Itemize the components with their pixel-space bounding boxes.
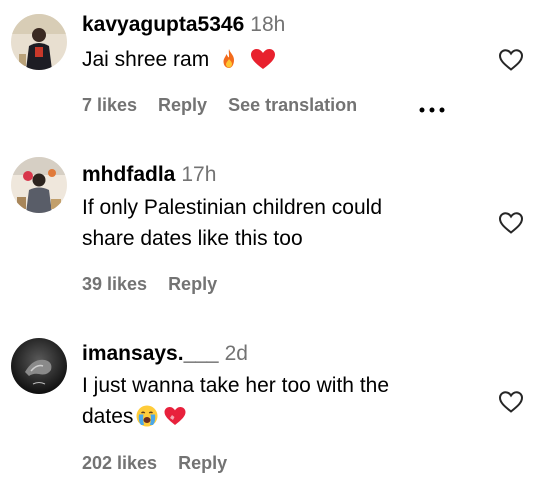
avatar[interactable] (11, 338, 67, 394)
red-heart-emoji (249, 47, 277, 80)
likes-count[interactable]: 7 likes (82, 95, 137, 115)
comment-header: mhdfadla 17h (82, 162, 216, 188)
avatar-image (11, 338, 67, 394)
comment-text: If only Palestinian children could share… (82, 192, 482, 254)
likes-count[interactable]: 39 likes (82, 274, 147, 294)
more-options-icon[interactable] (419, 100, 445, 113)
fire-emoji (217, 47, 241, 80)
comment-meta: 39 likes Reply (82, 273, 238, 295)
username[interactable]: imansays.___ (82, 342, 219, 365)
username[interactable]: kavyagupta5346 (82, 13, 244, 36)
reply-button[interactable]: Reply (178, 453, 227, 473)
timestamp: 2d (224, 342, 248, 365)
heart-emoji (161, 404, 189, 437)
reply-button[interactable]: Reply (158, 95, 207, 115)
likes-count[interactable]: 202 likes (82, 453, 157, 473)
avatar-image (11, 14, 67, 70)
comment-text-line: share dates like this too (82, 227, 303, 250)
comment-text-line: If only Palestinian children could (82, 196, 383, 219)
comment-meta: 7 likes Reply See translation (82, 94, 378, 116)
timestamp: 17h (181, 163, 217, 186)
comment-meta: 202 likes Reply (82, 452, 248, 474)
timestamp: 18h (250, 13, 286, 36)
comment-text-line: I just wanna take her too with the (82, 374, 390, 397)
heart-outline-icon[interactable] (498, 211, 524, 235)
comment-text-content: dates (82, 405, 134, 428)
heart-outline-icon[interactable] (498, 390, 524, 414)
comment-text-content: Jai shree ram (82, 48, 210, 71)
crying-face-emoji (135, 404, 159, 437)
avatar[interactable] (11, 157, 67, 213)
avatar[interactable] (11, 14, 67, 70)
username[interactable]: mhdfadla (82, 163, 175, 186)
comment-text-line: dates (82, 401, 482, 437)
comment-text: I just wanna take her too with the dates (82, 370, 482, 437)
comment-text: Jai shree ram (82, 44, 482, 80)
comment-header: kavyagupta5346 18h (82, 12, 285, 38)
avatar-image (11, 157, 67, 213)
reply-button[interactable]: Reply (168, 274, 217, 294)
see-translation-button[interactable]: See translation (228, 95, 357, 115)
comment-header: imansays.___ 2d (82, 341, 248, 367)
heart-outline-icon[interactable] (498, 48, 524, 72)
